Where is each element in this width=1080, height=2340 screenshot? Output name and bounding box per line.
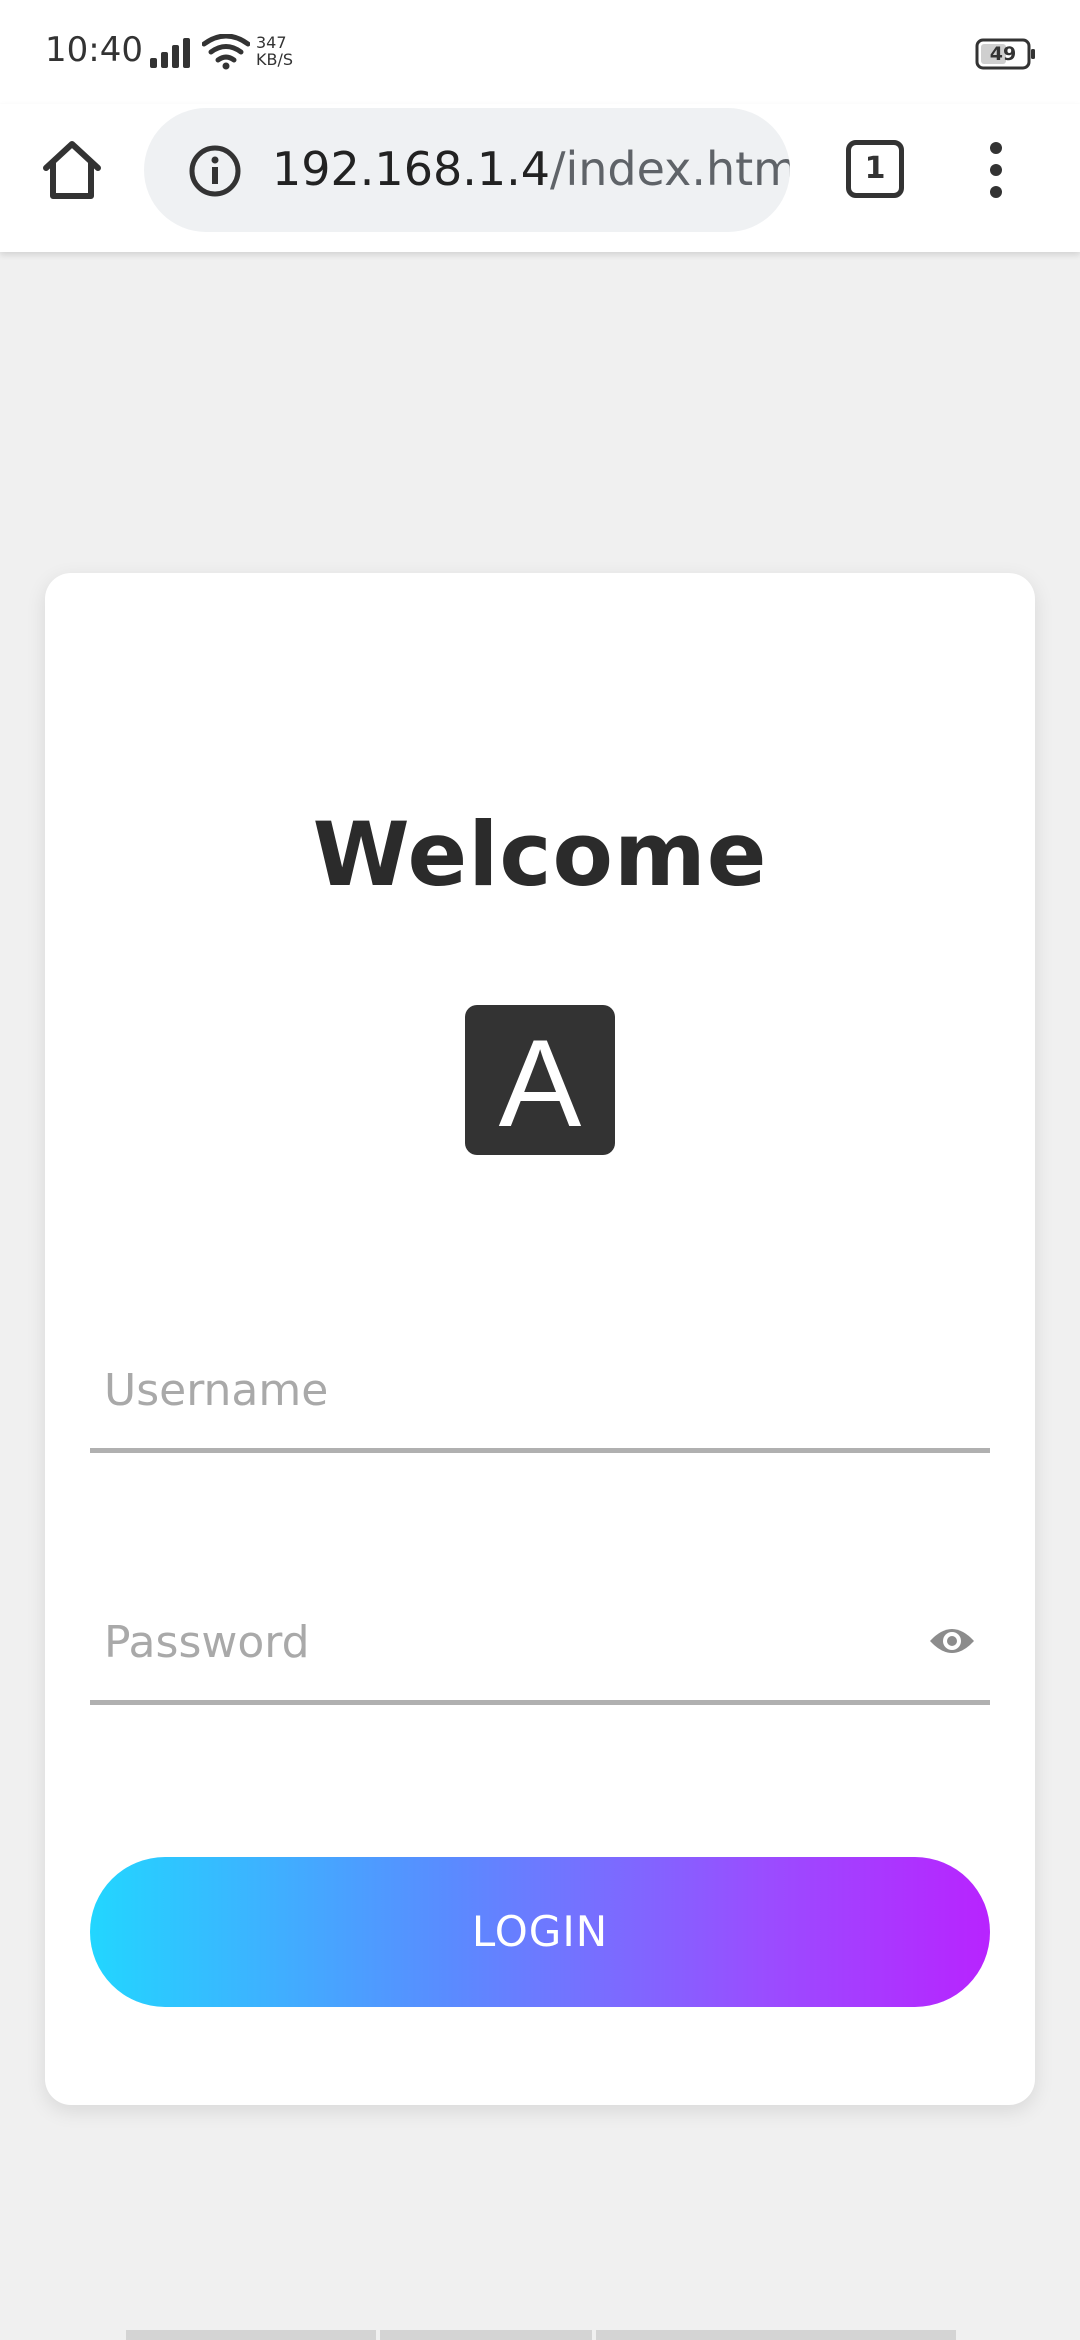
info-icon[interactable] xyxy=(188,144,242,198)
battery-level: 49 xyxy=(989,43,1017,65)
menu-dots-icon[interactable] xyxy=(974,140,1018,200)
tabs-icon[interactable]: 1 xyxy=(846,140,904,198)
browser-toolbar: 192.168.1.4/index.html 1 xyxy=(0,104,1080,252)
network-speed: 347 KB/S xyxy=(256,34,293,68)
network-speed-unit: KB/S xyxy=(256,50,294,69)
url-host: 192.168.1.4 xyxy=(272,142,550,196)
url-text[interactable]: 192.168.1.4/index.html xyxy=(272,142,790,196)
url-path: /index.html xyxy=(550,142,790,196)
password-field[interactable] xyxy=(90,1585,990,1705)
logo: A xyxy=(465,1005,615,1155)
username-field[interactable] xyxy=(90,1333,990,1453)
welcome-title: Welcome xyxy=(312,803,768,906)
network-speed-value: 347 xyxy=(256,33,287,52)
password-input[interactable] xyxy=(90,1585,930,1700)
signal-icon xyxy=(150,38,190,68)
home-icon[interactable] xyxy=(38,136,106,204)
bottom-divider-segment xyxy=(126,2330,376,2340)
battery-icon: 49 xyxy=(975,38,1037,70)
login-card: Welcome A LOGIN xyxy=(45,573,1035,2105)
logo-letter: A xyxy=(498,1015,582,1153)
bottom-divider-segment xyxy=(596,2330,956,2340)
eye-icon[interactable] xyxy=(928,1621,976,1661)
status-bar: 10:40 347 KB/S 49 xyxy=(0,0,1080,104)
username-input[interactable] xyxy=(90,1333,930,1448)
wifi-icon xyxy=(202,34,250,70)
status-time: 10:40 xyxy=(45,30,143,70)
url-bar[interactable]: 192.168.1.4/index.html xyxy=(144,108,790,232)
bottom-divider-segment xyxy=(380,2330,592,2340)
login-button[interactable]: LOGIN xyxy=(90,1857,990,2007)
bottom-divider xyxy=(126,2330,956,2340)
